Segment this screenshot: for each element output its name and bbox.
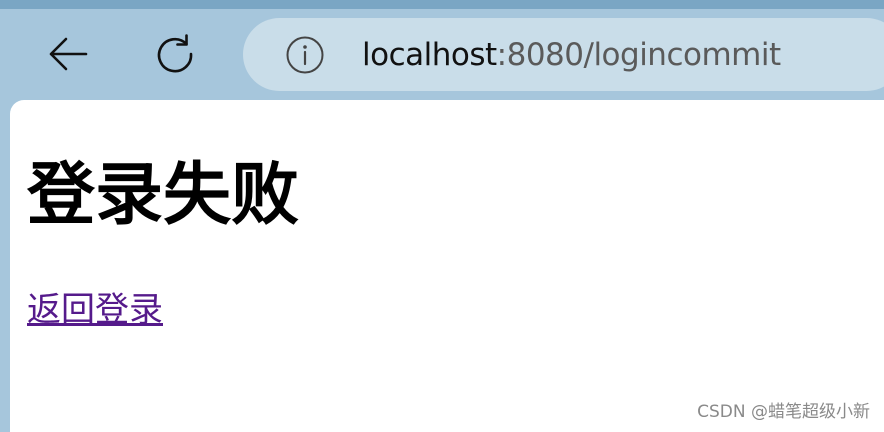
url-path: :8080/logincommit [496, 36, 781, 73]
info-icon [286, 36, 324, 74]
reload-icon [157, 34, 193, 73]
address-bar[interactable]: localhost:8080/logincommit [243, 18, 884, 91]
window-top-edge [0, 0, 884, 9]
watermark: CSDN @蜡笔超级小新 [697, 402, 870, 422]
back-button[interactable] [43, 29, 93, 79]
site-info-button[interactable] [285, 35, 325, 75]
url-host: localhost [362, 36, 497, 73]
page-content: 登录失败 返回登录 CSDN @蜡笔超级小新 [10, 100, 884, 432]
reload-button[interactable] [150, 29, 200, 79]
browser-toolbar: localhost:8080/logincommit [0, 9, 884, 100]
url-text[interactable]: localhost:8080/logincommit [362, 37, 781, 73]
page-title: 登录失败 [27, 156, 300, 235]
back-to-login-link[interactable]: 返回登录 [27, 290, 163, 330]
back-arrow-icon [49, 37, 88, 71]
